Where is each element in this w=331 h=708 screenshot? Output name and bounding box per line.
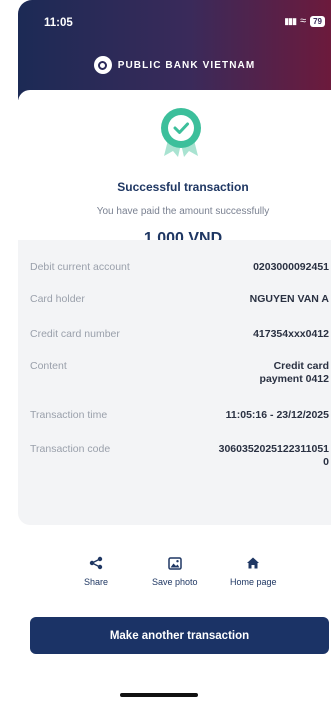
action-bar: Share Save photo Home page — [18, 555, 331, 605]
success-check-icon — [161, 108, 201, 157]
wifi-icon: ≈ — [300, 15, 307, 27]
status-bar: 11:05 ▮▮▮ ≈ 79 — [18, 0, 331, 34]
detail-value: 0203000092451 — [253, 261, 329, 273]
home-page-button[interactable]: Home page — [230, 555, 277, 587]
detail-value-line2: payment 0412 — [259, 373, 329, 385]
detail-label: Transaction code — [30, 443, 111, 455]
detail-value: 417354xxx0412 — [253, 328, 329, 340]
make-another-transaction-button[interactable]: Make another transaction — [30, 617, 329, 654]
status-time: 11:05 — [44, 17, 73, 29]
phone-screen: 11:05 ▮▮▮ ≈ 79 PUBLIC BANK VIETNAM Succe… — [18, 0, 331, 708]
detail-label: Debit current account — [30, 261, 130, 273]
detail-label: Card holder — [30, 293, 85, 305]
details-panel: Debit current account 0203000092451 Card… — [18, 240, 331, 525]
detail-value-line1: Credit card — [273, 360, 329, 372]
share-label: Share — [84, 577, 109, 587]
detail-value: Credit card payment 0412 — [260, 360, 329, 386]
share-icon — [88, 555, 104, 571]
home-indicator — [120, 693, 198, 697]
bank-logo-icon — [93, 56, 112, 74]
save-photo-button[interactable]: Save photo — [152, 555, 198, 587]
detail-value-line2: 0 — [323, 456, 329, 468]
detail-value: 11:05:16 - 23/12/2025 — [225, 409, 329, 421]
status-icons: ▮▮▮ ≈ 79 — [284, 15, 325, 27]
detail-value-line1: 3060352025122311051 — [218, 443, 329, 455]
detail-value: NGUYEN VAN A — [249, 293, 329, 305]
brand: PUBLIC BANK VIETNAM — [18, 56, 331, 74]
photo-icon — [167, 555, 183, 571]
battery-icon: 79 — [310, 15, 325, 27]
signal-icon: ▮▮▮ — [284, 15, 297, 26]
home-icon — [245, 555, 261, 571]
detail-label: Transaction time — [30, 409, 108, 421]
detail-label: Credit card number — [30, 328, 120, 340]
save-photo-label: Save photo — [152, 577, 198, 587]
share-button[interactable]: Share — [84, 555, 108, 587]
detail-value: 3060352025122311051 0 — [219, 443, 329, 469]
result-subtitle: You have paid the amount successfully — [96, 206, 270, 217]
header: 11:05 ▮▮▮ ≈ 79 PUBLIC BANK VIETNAM — [18, 0, 331, 100]
detail-label: Content — [30, 360, 67, 372]
home-page-label: Home page — [230, 577, 277, 587]
result-title: Successful transaction — [117, 180, 249, 194]
brand-name: PUBLIC BANK VIETNAM — [117, 59, 256, 71]
